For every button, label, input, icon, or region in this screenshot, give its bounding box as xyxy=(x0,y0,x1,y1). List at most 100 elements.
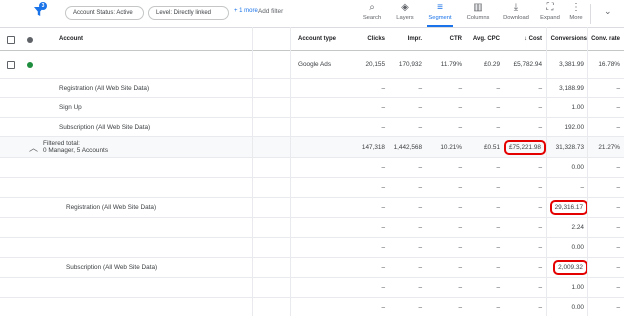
ctr-cell: – xyxy=(458,224,462,231)
avg-cpc-cell: – xyxy=(496,164,500,171)
ctr-cell: 10.21% xyxy=(440,143,462,151)
conv-rate-cell: 16.78% xyxy=(598,61,620,68)
filtered-total-sublabel: 0 Manager, 5 Accounts xyxy=(43,147,109,154)
ctr-cell: – xyxy=(458,164,462,171)
conversions-cell: 2.24 xyxy=(571,224,584,231)
ctr-cell: – xyxy=(458,184,462,191)
clicks-cell: – xyxy=(381,264,385,271)
cost-cell: – xyxy=(538,164,542,171)
filtered-total-label: Filtered total: xyxy=(43,140,80,147)
conv-rate-cell: – xyxy=(616,224,620,231)
clicks-cell: – xyxy=(381,104,385,111)
select-all-checkbox[interactable] xyxy=(7,36,15,44)
impr-cell: – xyxy=(418,84,422,92)
clicks-cell: 147,318 xyxy=(361,143,385,151)
column-header-account[interactable]: Account xyxy=(59,28,83,50)
conv-rate-cell: – xyxy=(616,184,620,191)
expand-icon: ⛶ xyxy=(546,2,554,13)
table-row-segment: Subscription (All Web Site Data) – – – –… xyxy=(0,118,624,137)
segment-label: Sign Up xyxy=(59,104,82,111)
conversions-cell: 0.00 xyxy=(571,303,584,311)
impr-cell: – xyxy=(418,244,422,251)
conversions-cell-highlighted: 2,009.32 xyxy=(546,258,588,277)
column-header-clicks[interactable]: Clicks xyxy=(355,28,385,50)
conversions-cell: 0.00 xyxy=(571,244,584,251)
impr-cell: – xyxy=(418,303,422,311)
search-tool[interactable]: ⌕ Search xyxy=(361,2,383,26)
conversions-cell: – xyxy=(580,184,584,191)
column-header-cost[interactable]: ↓ Cost xyxy=(505,28,542,50)
add-filter-button[interactable]: Add filter xyxy=(258,8,283,15)
clicks-cell: – xyxy=(381,244,385,251)
chevron-up-icon[interactable]: ︿ xyxy=(29,141,38,154)
highlight-annotation: 29,316.17 xyxy=(549,200,588,215)
segment-tool[interactable]: ≡ Segment xyxy=(425,2,455,27)
table-row-segment: – – – – – 2.24 – xyxy=(0,218,624,238)
layers-tool[interactable]: ◈ Layers xyxy=(393,2,417,26)
conv-rate-cell: – xyxy=(616,303,620,311)
avg-cpc-cell: – xyxy=(496,244,500,251)
impr-cell: – xyxy=(418,224,422,231)
table-row-filtered-total[interactable]: ︿ Filtered total: 0 Manager, 5 Accounts … xyxy=(0,137,624,158)
columns-tool[interactable]: ▥ Columns xyxy=(464,2,492,26)
avg-cpc-cell: – xyxy=(496,204,500,211)
chevron-down-icon[interactable]: ⌄ xyxy=(604,6,612,17)
table-header: Account Account type Clicks Impr. CTR Av… xyxy=(0,27,624,51)
clicks-cell: – xyxy=(381,123,385,131)
avg-cpc-cell: – xyxy=(496,184,500,191)
column-header-avg-cpc[interactable]: Avg. CPC xyxy=(470,28,500,50)
clicks-cell: – xyxy=(381,164,385,171)
impr-cell: 1,442,568 xyxy=(393,143,422,151)
avg-cpc-cell: – xyxy=(496,123,500,131)
toolbar-divider xyxy=(590,4,591,24)
table-row-segment: Registration (All Web Site Data) – – – –… xyxy=(0,198,624,218)
filter-chip-level[interactable]: Level: Directly linked xyxy=(148,6,229,20)
conv-rate-cell: – xyxy=(616,284,620,291)
filter-count-badge: 3 xyxy=(39,2,47,10)
clicks-cell: 20,155 xyxy=(365,61,385,68)
cost-cell: – xyxy=(538,123,542,131)
column-header-account-type[interactable]: Account type xyxy=(298,28,336,50)
segment-label: Subscription (All Web Site Data) xyxy=(66,264,158,271)
impr-cell: – xyxy=(418,104,422,111)
account-type-cell: Google Ads xyxy=(298,61,332,68)
filter-chip-account-status[interactable]: Account Status: Active xyxy=(65,6,144,20)
cost-cell: – xyxy=(538,224,542,231)
expand-tool[interactable]: ⛶ Expand xyxy=(537,2,563,26)
impr-cell: – xyxy=(418,164,422,171)
conversions-cell: 31,328.73 xyxy=(555,143,584,151)
highlight-annotation: 2,009.32 xyxy=(553,260,588,275)
table-row-account[interactable]: Google Ads 20,155 170,932 11.79% £0.29 £… xyxy=(0,51,624,79)
more-vert-icon: ⋮ xyxy=(571,2,581,13)
download-tool[interactable]: ⤓ Download xyxy=(500,2,532,26)
toolbar: 3 Account Status: Active Level: Directly… xyxy=(0,0,624,27)
layers-tool-label: Layers xyxy=(396,15,414,21)
clicks-cell: – xyxy=(381,284,385,291)
column-header-conv-rate[interactable]: Conv. rate xyxy=(588,28,620,50)
column-header-ctr[interactable]: CTR xyxy=(440,28,462,50)
clicks-cell: – xyxy=(381,224,385,231)
clicks-cell: – xyxy=(381,204,385,211)
cost-cell-highlighted: £75,221.98 xyxy=(503,137,546,157)
cost-cell: – xyxy=(538,244,542,251)
ctr-cell: – xyxy=(458,303,462,311)
table-row-segment: Registration (All Web Site Data) – – – –… xyxy=(0,79,624,98)
columns-tool-label: Columns xyxy=(466,15,490,21)
row-checkbox[interactable] xyxy=(7,61,15,69)
ctr-cell: 11.79% xyxy=(440,61,462,68)
impr-cell: – xyxy=(418,284,422,291)
conversions-cell: 3,381.99 xyxy=(559,61,584,68)
ctr-cell: – xyxy=(458,84,462,92)
more-tool[interactable]: ⋮ More xyxy=(566,2,586,26)
more-filters-link[interactable]: + 1 more xyxy=(234,8,258,14)
column-header-impr[interactable]: Impr. xyxy=(395,28,422,50)
segment-tool-label: Segment xyxy=(428,15,452,21)
cost-cell: – xyxy=(538,303,542,311)
column-header-conversions[interactable]: Conversions xyxy=(547,28,587,50)
search-icon: ⌕ xyxy=(369,2,375,13)
download-icon: ⤓ xyxy=(513,2,519,13)
ctr-cell: – xyxy=(458,264,462,271)
conv-rate-cell: – xyxy=(616,164,620,171)
avg-cpc-cell: – xyxy=(496,224,500,231)
avg-cpc-cell: £0.29 xyxy=(484,61,500,68)
